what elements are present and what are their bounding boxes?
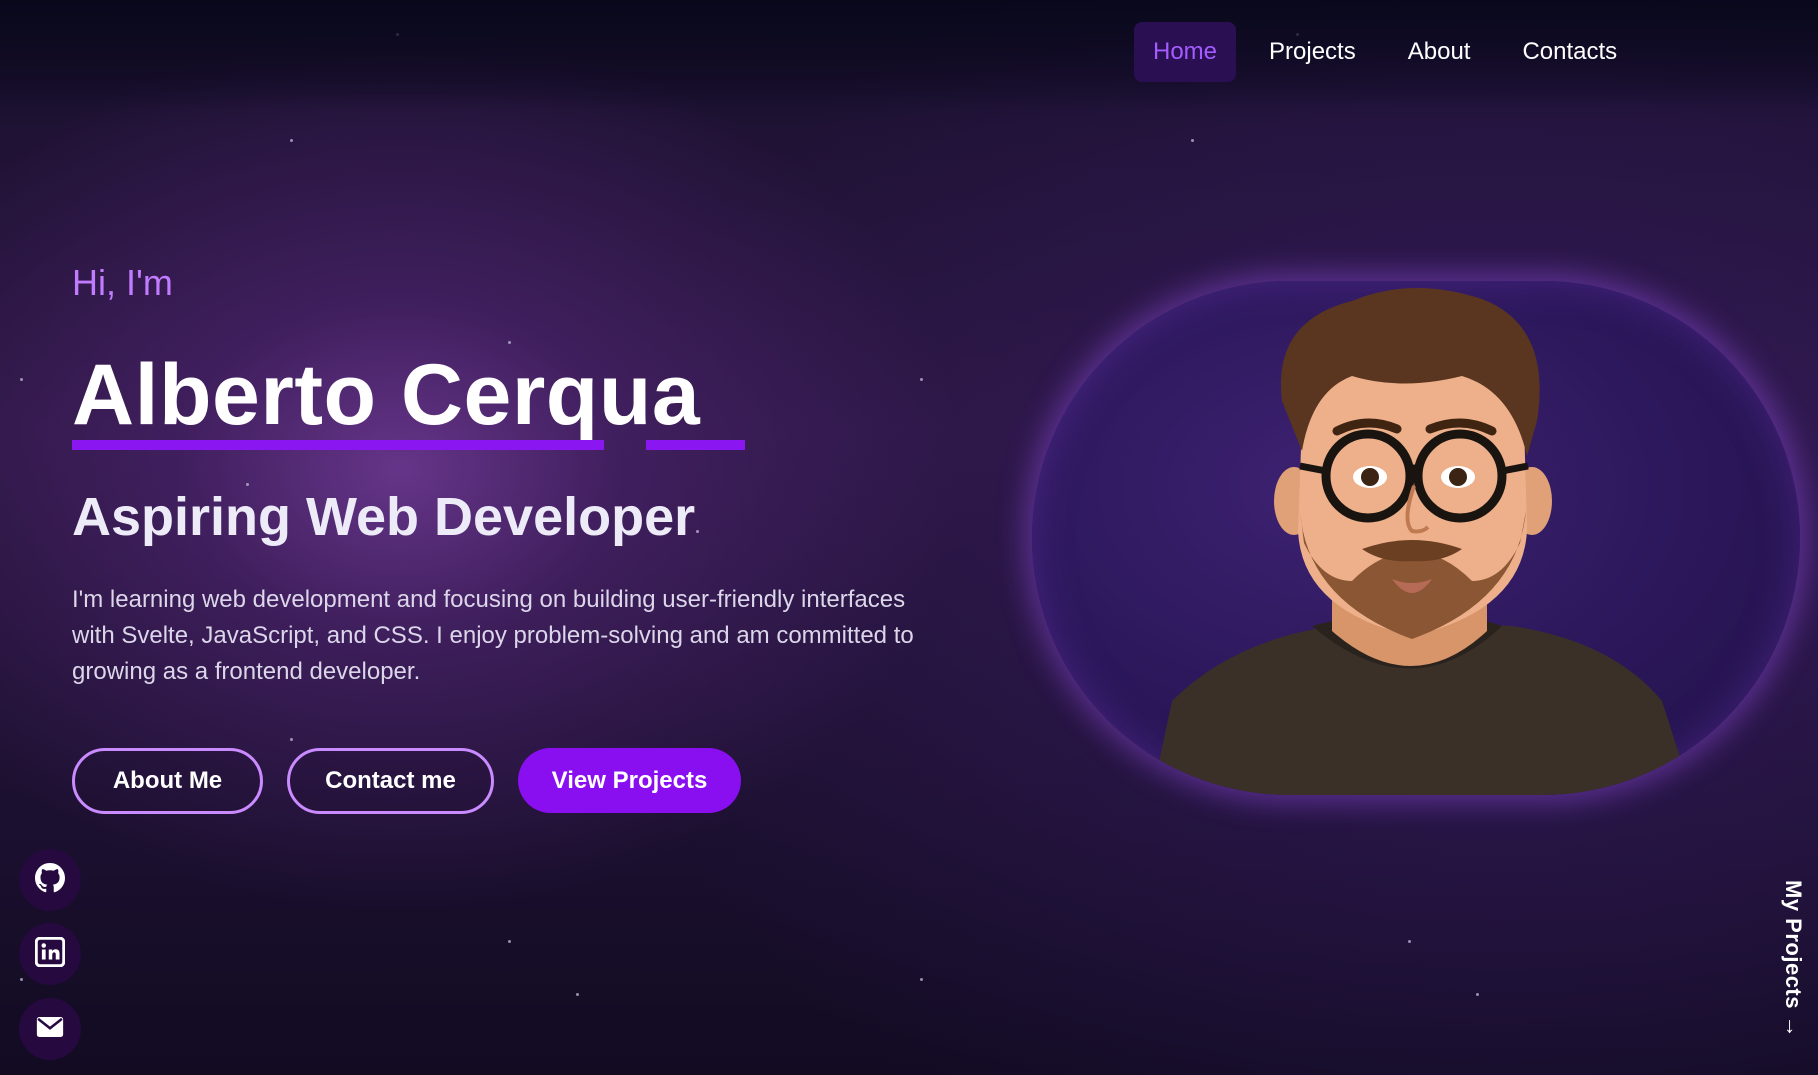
hero-role: Aspiring Web Developer [72,487,696,547]
contact-me-button[interactable]: Contact me [287,748,494,814]
nav-projects[interactable]: Projects [1250,22,1375,82]
hero-greeting: Hi, I'm [72,262,173,303]
profile-portrait [1032,281,1800,795]
top-navigation: Home Projects About Contacts [0,0,1818,110]
github-link[interactable] [19,849,81,911]
hero-bio: I'm learning web development and focusin… [72,586,914,685]
about-me-button[interactable]: About Me [72,748,263,814]
name-underline [646,440,745,450]
mail-link[interactable] [19,998,81,1060]
view-projects-button[interactable]: View Projects [518,748,741,813]
nav-contacts[interactable]: Contacts [1503,22,1636,82]
my-projects-side-link[interactable]: My Projects → [1780,880,1806,1038]
linkedin-link[interactable] [19,923,81,985]
linkedin-icon [34,936,66,971]
nav-links: Home Projects About Contacts [1134,22,1636,82]
nav-about[interactable]: About [1389,22,1490,82]
hero-name: Alberto Cerqua [72,347,701,443]
nav-home[interactable]: Home [1134,22,1237,82]
mail-icon [35,1012,65,1046]
avatar-illustration [1152,287,1692,795]
name-underline [72,440,604,450]
github-icon [35,863,65,897]
